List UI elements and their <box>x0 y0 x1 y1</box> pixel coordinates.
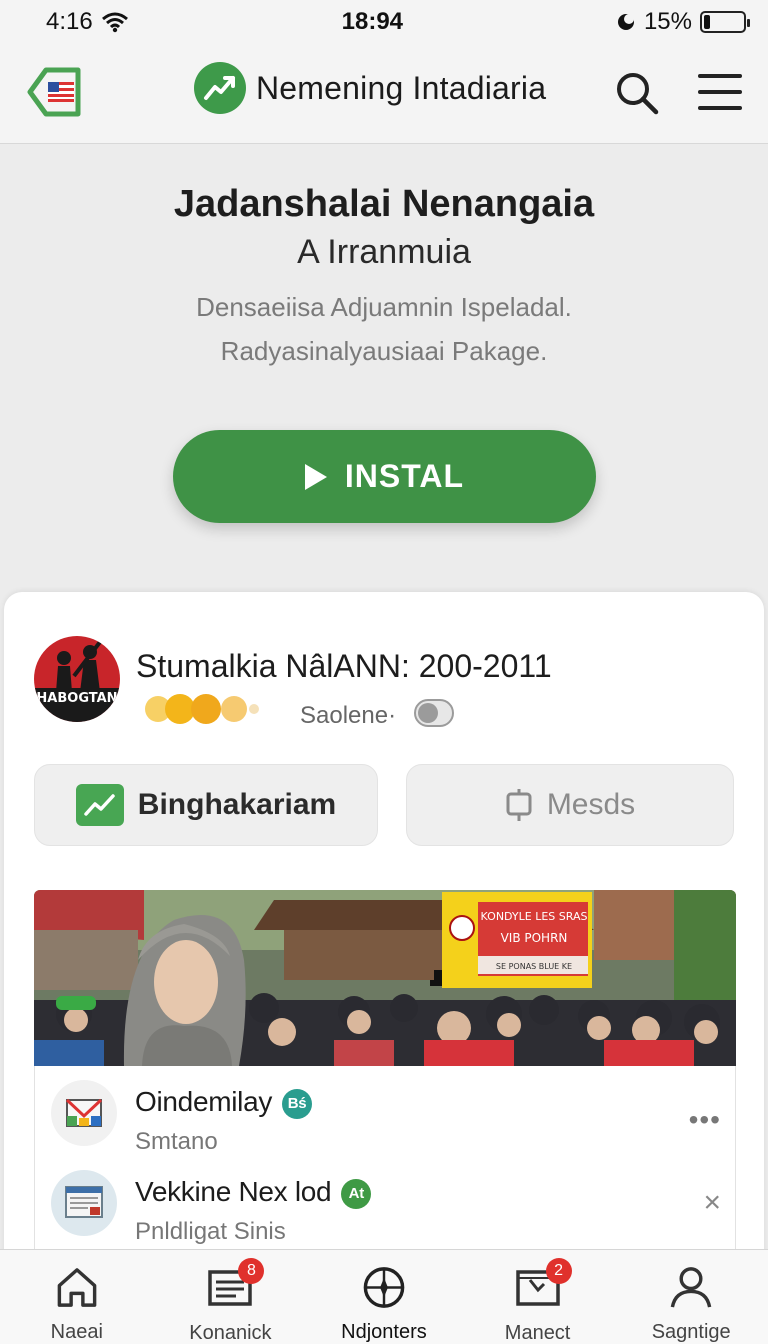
nav-item-profile[interactable]: Sagntige <box>614 1250 768 1344</box>
board-icon: 2 <box>514 1258 572 1312</box>
toggle-switch[interactable] <box>414 699 454 727</box>
list-item-title-text: Vekkine Nex lod <box>135 1176 332 1207</box>
verified-badge: At <box>341 1179 372 1209</box>
moon-icon <box>617 14 634 30</box>
search-icon[interactable] <box>614 70 660 116</box>
hero-section: Jadanshalai Nenangaia A Irranmuia Densae… <box>0 145 768 595</box>
rating-dots <box>145 694 259 724</box>
profile-icon <box>670 1267 712 1308</box>
device-icon <box>506 789 532 821</box>
nav-item-home[interactable]: Naeai <box>0 1250 154 1344</box>
news-photo[interactable]: KONDYLE LES SRAS VIB POHRN SE PONAS BLUE… <box>34 890 736 1066</box>
list-item-title: Oindemilay Bś <box>135 1086 313 1119</box>
menu-icon[interactable] <box>698 74 742 110</box>
list-item-subtitle: Pnldligat Sinis <box>135 1218 286 1245</box>
primary-action-label: Binghakariam <box>137 788 337 821</box>
flag-badge-icon[interactable] <box>26 66 82 118</box>
trend-chart-icon <box>75 784 124 826</box>
hero-subtitle: A Irranmuia <box>297 233 471 271</box>
news-icon: 8 <box>206 1258 265 1312</box>
avatar-text: HABOGTAN <box>36 691 118 706</box>
nav-label: Manect <box>504 1322 571 1344</box>
hero-description-line: Densaeiisa Adjuamnin Ispeladal. <box>196 292 572 322</box>
nav-item-explore[interactable]: Ndjonters <box>307 1250 461 1344</box>
nav-item-news[interactable]: 8 Konanick <box>154 1250 308 1344</box>
toggle-label: Saolene· <box>300 702 397 729</box>
content-card: HABOGTAN Stumalkia NâlANN: 200-2011 Saol… <box>4 592 764 1292</box>
battery-level <box>704 15 710 29</box>
banner-line-2: VIB POHRN <box>501 931 568 945</box>
battery-percent: 15% <box>643 8 692 35</box>
profile-title: Stumalkia NâlANN: 200-2011 <box>136 648 552 684</box>
notification-badge: 8 <box>238 1258 265 1284</box>
toggle-knob <box>418 703 438 723</box>
hero-title: Jadanshalai Nenangaia <box>173 183 595 225</box>
nav-label: Konanick <box>189 1322 272 1344</box>
list-item-subtitle: Smtano <box>135 1128 218 1155</box>
banner-line-3: SE PONAS BLUE KE <box>496 962 572 971</box>
nav-label: Ndjonters <box>341 1321 427 1343</box>
hero-description-line: Radyasinalyausiaai Pakage. <box>220 336 548 366</box>
list-item[interactable]: Oindemilay Bś Smtano ••• <box>35 1066 737 1155</box>
status-time: 4:16 <box>46 8 93 35</box>
banner-line-1: KONDYLE LES SRAS <box>481 910 588 923</box>
app-title: Nemening Intadiaria <box>256 69 547 106</box>
install-label: INSTAL <box>344 458 465 494</box>
avatar[interactable]: HABOGTAN <box>34 636 120 722</box>
wifi-icon <box>101 12 128 33</box>
more-options-icon[interactable]: ••• <box>689 1104 721 1136</box>
mail-icon <box>51 1080 117 1146</box>
app-header: Nemening Intadiaria <box>0 44 768 144</box>
compass-icon <box>363 1267 405 1308</box>
battery-icon <box>700 11 750 33</box>
list-item-title: Vekkine Nex lod At <box>135 1176 372 1209</box>
hero-description: Densaeiisa Adjuamnin Ispeladal. Radyasin… <box>0 285 768 373</box>
install-button[interactable]: INSTAL <box>173 430 596 523</box>
brand-logo-icon <box>194 62 246 114</box>
status-center-time: 18:94 <box>341 8 404 35</box>
close-icon[interactable]: × <box>703 1186 721 1220</box>
bottom-nav: Naeai 8 Konanick Ndjonters 2 Manect Sagn… <box>0 1249 768 1344</box>
play-icon <box>304 463 327 490</box>
secondary-action-button[interactable]: Mesds <box>406 764 734 846</box>
document-icon <box>51 1170 117 1236</box>
secondary-action-label: Mesds <box>546 788 636 821</box>
list-item-title-text: Oindemilay <box>135 1086 273 1117</box>
status-bar: 4:16 18:94 15% <box>0 0 768 44</box>
primary-action-button[interactable]: Binghakariam <box>34 764 378 846</box>
protest-banner: KONDYLE LES SRAS VIB POHRN SE PONAS BLUE… <box>442 892 592 988</box>
nav-label: Sagntige <box>651 1321 731 1343</box>
nav-item-board[interactable]: 2 Manect <box>461 1250 615 1344</box>
home-icon <box>57 1268 97 1307</box>
notification-badge: 2 <box>545 1258 572 1284</box>
nav-label: Naeai <box>50 1321 103 1343</box>
brand[interactable]: Nemening Intadiaria <box>194 62 546 114</box>
verified-badge: Bś <box>282 1089 313 1119</box>
list-item[interactable]: Vekkine Nex lod At Pnldligat Sinis × <box>35 1156 737 1245</box>
